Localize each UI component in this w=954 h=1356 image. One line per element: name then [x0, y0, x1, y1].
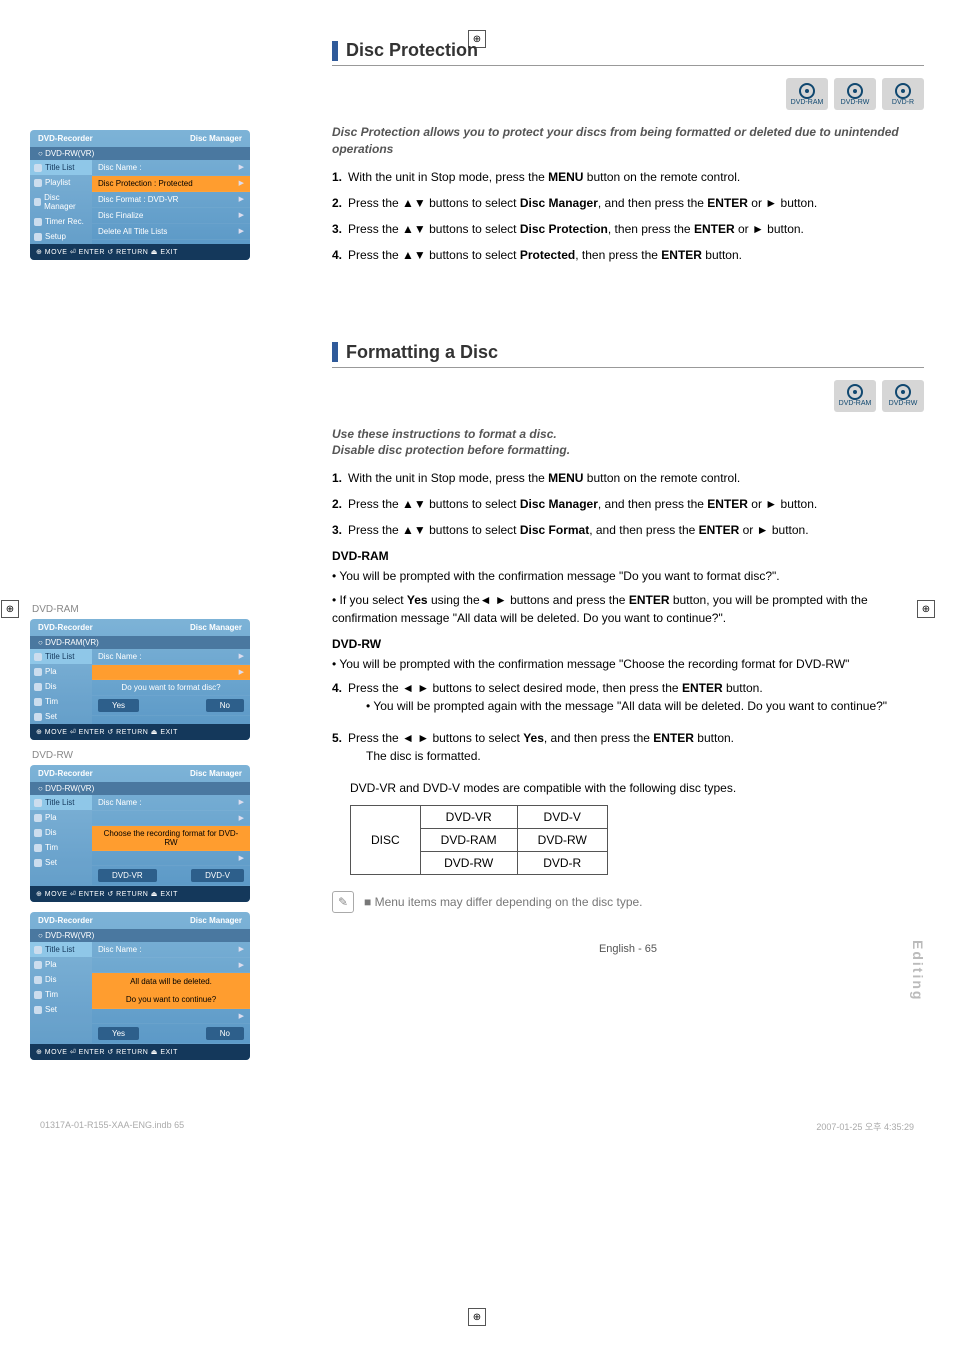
steps-list: 1.With the unit in Stop mode, press the … — [332, 168, 924, 264]
menu-rows: Disc Name :▶ Disc Protection : Protected… — [92, 160, 250, 244]
section-intro: Disc Protection allows you to protect yo… — [332, 124, 924, 158]
note-row: ✎ ■ Menu items may differ depending on t… — [332, 891, 924, 913]
disc-badges: DVD-RAM DVD-RW DVD-R — [332, 78, 924, 110]
body-text: • You will be prompted with the confirma… — [332, 655, 924, 673]
content-column: Disc Protection DVD-RAM DVD-RW DVD-R Dis… — [310, 40, 924, 1070]
section-tab: Editing — [910, 940, 926, 1001]
section-accent — [332, 342, 338, 362]
disc-badges: DVD-RAM DVD-RW — [332, 380, 924, 412]
section-intro: Use these instructions to format a disc.… — [332, 426, 924, 460]
screenshot-caption: DVD-RW — [32, 750, 310, 761]
screenshot-format-confirm: DVD-RecorderDisc Manager ○ DVD-RW(VR) Ti… — [30, 912, 250, 1060]
page-footer: English - 65 — [332, 943, 924, 955]
body-text: • You will be prompted with the confirma… — [332, 567, 924, 585]
registration-mark-bottom: ⊕ — [468, 1308, 486, 1326]
screenshot-format-rw-choice: DVD-RecorderDisc Manager ○ DVD-RW(VR) Ti… — [30, 765, 250, 902]
section-title: Disc Protection — [346, 40, 478, 61]
screenshot-format-ram: DVD-RecorderDisc Manager ○ DVD-RAM(VR) T… — [30, 619, 250, 740]
print-file: 01317A-01-R155-XAA-ENG.indb 65 — [40, 1120, 184, 1133]
subhead-dvd-rw: DVD-RW — [332, 637, 924, 651]
section-accent — [332, 41, 338, 61]
subhead-dvd-ram: DVD-RAM — [332, 549, 924, 563]
note-icon: ✎ — [332, 891, 354, 913]
disc-types-table: DISCDVD-VRDVD-VDVD-RAMDVD-RWDVD-RWDVD-R — [350, 805, 608, 875]
screenshots-column: DVD-Recorder Disc Manager ○ DVD-RW(VR) Ti… — [30, 40, 310, 1070]
print-timestamp: 2007-01-25 오후 4:35:29 — [816, 1120, 914, 1133]
body-text: • If you select Yes using the◄ ► buttons… — [332, 591, 924, 627]
print-footer: 01317A-01-R155-XAA-ENG.indb 65 2007-01-2… — [0, 1090, 954, 1153]
steps-list: 4.Press the ◄ ► buttons to select desire… — [332, 679, 924, 771]
screen-section: Disc Manager — [190, 134, 242, 143]
table-caption: DVD-VR and DVD-V modes are compatible wi… — [332, 779, 924, 797]
side-menu: Title List Playlist Disc Manager Timer R… — [30, 160, 92, 244]
screenshot-caption: DVD-RAM — [32, 604, 310, 615]
screenshot-disc-protection: DVD-Recorder Disc Manager ○ DVD-RW(VR) Ti… — [30, 130, 250, 260]
recorder-label: DVD-Recorder — [38, 134, 93, 143]
section-title: Formatting a Disc — [346, 342, 498, 363]
disc-mode: ○ DVD-RW(VR) — [30, 147, 250, 160]
hint-bar: ⊕ MOVE ⏎ ENTER ↺ RETURN ⏏ EXIT — [30, 244, 250, 260]
note-text: ■ Menu items may differ depending on the… — [364, 895, 643, 909]
steps-list: 1.With the unit in Stop mode, press the … — [332, 469, 924, 539]
